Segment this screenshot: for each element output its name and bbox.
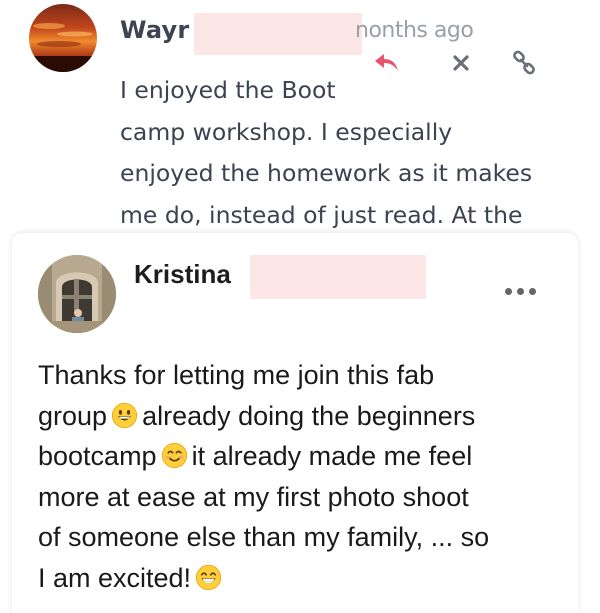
redaction-block [250,255,426,299]
more-dot [528,287,536,295]
grinning-face-emoji [111,402,138,428]
smiling-face-emoji [161,442,187,469]
post-card: Kristina Thanks for letting me join this… [12,233,578,613]
comment-line: camp workshop. I especially [120,117,453,146]
more-dots-icon [504,287,512,295]
comment-body: I enjoyed the Boot camp workshop. I espe… [120,70,540,236]
post-line: I am excited! [38,558,568,599]
comment-wayr: Wayr nonths ago I enjoyed the Boot camp … [0,0,600,240]
post-fragment: already doing the beginners [142,400,476,431]
comment-author[interactable]: Wayr [120,16,189,44]
post-body: Thanks for letting me join this fab grou… [38,355,568,598]
post-line: group already doing the beginners [38,396,568,437]
post-fragment: it already made me feel [191,441,473,471]
avatar[interactable] [38,255,116,333]
post-line: of someone else than my family, ... so [38,522,490,552]
post-fragment: I am excited! [38,562,192,593]
comment-line: me do, instead of just read. At the [120,200,523,229]
comment-line: enjoyed the homework as it makes [120,159,533,187]
post-line: more at ease at my first photo shoot [38,481,469,512]
comment-timestamp: nonths ago [355,18,474,43]
post-line: bootcamp it already made me feel [38,436,568,477]
redaction-block [194,13,362,55]
post-author[interactable]: Kristina [134,259,231,290]
more-options-button[interactable] [500,281,540,301]
comment-line: I enjoyed the Boot [120,76,336,104]
beaming-face-emoji [195,564,222,590]
more-dot [516,287,524,295]
post-fragment: bootcamp [38,441,157,471]
avatar[interactable] [29,4,97,72]
post-line: Thanks for letting me join this fab [38,360,435,390]
post-fragment: group [38,400,108,431]
